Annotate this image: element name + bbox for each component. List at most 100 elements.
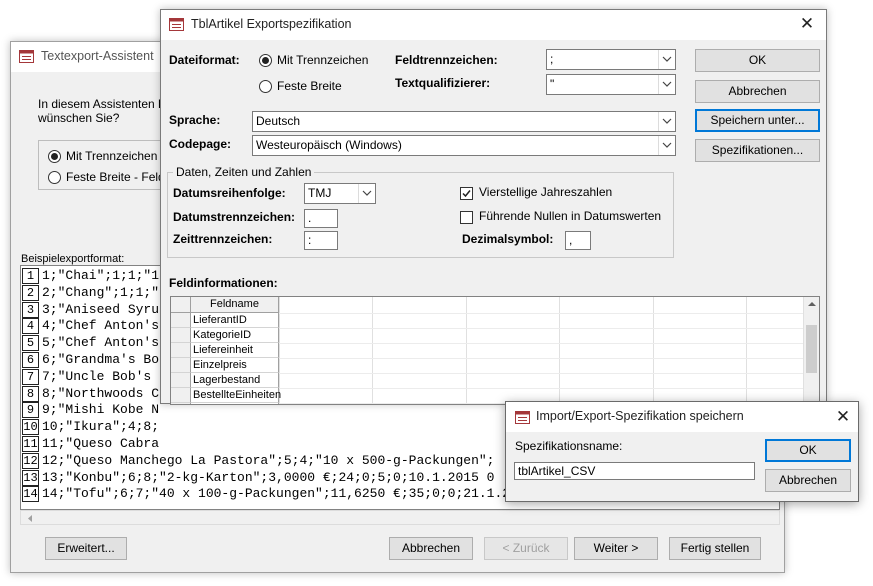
group-title: Daten, Zeiten und Zahlen [173,165,315,179]
preview-row-number: 13 [22,469,39,486]
spec-ok-button[interactable]: OK [695,49,820,72]
field-row-selector[interactable] [171,313,191,328]
field-row[interactable]: LieferantID [191,313,279,328]
radio-delimited[interactable] [259,54,272,67]
time-separator-input[interactable]: : [304,231,338,250]
four-digit-years-checkbox[interactable] [460,187,473,200]
radio-fixed-width[interactable] [259,80,272,93]
wizard-back-button[interactable]: < Zurück [484,537,568,560]
preview-row-number: 7 [22,368,39,385]
scroll-left-icon[interactable] [23,512,38,525]
spec-titlebar: TblArtikel Exportspezifikation ✕ [161,10,826,40]
preview-row-text: 13;"Konbu";6;8;"2-kg-Karton";3,0000 €;24… [42,469,495,485]
field-grid-vscrollbar[interactable] [803,297,820,404]
field-info-label: Feldinformationen: [169,276,278,290]
grid-row-line [279,313,804,314]
radio-fixed-width-label: Feste Breite [277,79,342,93]
codepage-combo[interactable]: Westeuropäisch (Windows) [252,135,676,156]
form-icon [19,50,34,63]
field-separator-label: Feldtrennzeichen: [395,53,498,67]
grid-row-line [279,358,804,359]
chevron-down-icon[interactable] [658,112,675,131]
preview-row-number: 14 [22,486,39,503]
wizard-radio-delimited[interactable] [48,150,61,163]
field-row-selector[interactable] [171,403,191,404]
field-name-cell: Mindestbestand [193,403,271,404]
wizard-next-button[interactable]: Weiter > [574,537,658,560]
wizard-finish-button[interactable]: Fertig stellen [669,537,761,560]
preview-row-number: 11 [22,436,39,452]
save-cancel-button[interactable]: Abbrechen [765,469,851,492]
field-row-selector[interactable] [171,373,191,388]
wizard-preview-label: Beispielexportformat: [21,253,125,265]
chevron-down-icon[interactable] [658,50,675,69]
field-name-cell: Liefereinheit [193,344,253,356]
field-grid-header-label: Feldname [210,298,259,310]
field-name-cell: KategorieID [193,329,252,341]
grid-row-line [279,328,804,329]
scroll-up-icon[interactable] [804,297,820,311]
codepage-value: Westeuropäisch (Windows) [256,138,402,152]
preview-row-text: 12;"Queso Manchego La Pastora";5;4;"10 x… [42,452,495,468]
form-icon [515,411,530,424]
scroll-thumb[interactable] [806,325,817,373]
date-order-combo[interactable]: TMJ [304,183,376,204]
chevron-down-icon[interactable] [358,184,375,203]
field-row[interactable]: Lagerbestand [191,373,279,388]
preview-row-number: 4 [22,318,39,335]
field-row-selector[interactable] [171,328,191,343]
field-row[interactable]: BestellteEinheiten [191,388,282,403]
text-qualifier-value: " [550,77,555,91]
leading-zeros-checkbox[interactable] [460,211,473,224]
chevron-down-icon[interactable] [658,75,675,94]
field-row[interactable]: Einzelpreis [191,358,279,373]
preview-row-text: 1;"Chai";1;1;"1 [42,268,160,283]
leading-zeros-label: Führende Nullen in Datumswerten [479,209,662,223]
save-as-button[interactable]: Speichern unter... [695,109,820,132]
save-ok-button[interactable]: OK [765,439,851,462]
close-icon[interactable]: ✕ [831,407,855,427]
field-row-selector[interactable] [171,358,191,373]
date-order-label: Datumsreihenfolge: [173,186,286,200]
wizard-radio-delimited-label: Mit Trennzeichen - [66,149,165,163]
preview-row-text: 4;"Chef Anton's [42,318,160,334]
specifications-button[interactable]: Spezifikationen... [695,139,820,162]
field-grid-header[interactable]: Feldname [191,297,279,313]
language-value: Deutsch [256,114,301,128]
field-row[interactable]: KategorieID [191,328,279,343]
spec-name-input[interactable]: tblArtikel_CSV [514,462,755,480]
field-row-selector[interactable] [171,343,191,358]
wizard-preview-hscrollbar[interactable] [20,510,780,525]
decimal-symbol-label: Dezimalsymbol: [462,232,554,246]
field-name-cell: LieferantID [193,314,247,326]
date-order-value: TMJ [308,186,332,200]
wizard-advanced-button[interactable]: Erweitert... [45,537,127,560]
save-dialog-title: Import/Export-Spezifikation speichern [536,409,744,423]
chevron-down-icon[interactable] [658,136,675,155]
date-separator-input[interactable]: . [304,209,338,228]
wizard-intro-line2: wünschen Sie? [38,111,120,125]
preview-row-number: 12 [22,452,39,469]
wizard-title: Textexport-Assistent [41,49,154,63]
spec-name-label: Spezifikationsname: [515,439,623,453]
field-name-cell: BestellteEinheiten [193,389,282,401]
time-separator-label: Zeittrennzeichen: [173,232,273,246]
text-qualifier-combo[interactable]: " [546,74,676,95]
preview-row-number: 5 [22,335,39,352]
preview-row-number: 8 [22,385,39,402]
preview-row-text: 8;"Northwoods C [42,385,160,401]
field-row-selector[interactable] [171,388,191,403]
preview-row-text: 3;"Aniseed Syru [42,301,160,317]
field-separator-combo[interactable]: ; [546,49,676,70]
decimal-symbol-input[interactable]: , [565,231,591,250]
language-combo[interactable]: Deutsch [252,111,676,132]
preview-row-text: 5;"Chef Anton's [42,335,160,351]
field-row[interactable]: Mindestbestand [191,403,279,404]
close-icon[interactable]: ✕ [795,14,819,34]
spec-cancel-button[interactable]: Abbrechen [695,80,820,103]
field-row[interactable]: Liefereinheit [191,343,279,358]
preview-row-number: 1 [22,268,39,284]
wizard-radio-fixed[interactable] [48,171,61,184]
wizard-cancel-button[interactable]: Abbrechen [389,537,473,560]
text-qualifier-label: Textqualifizierer: [395,76,491,90]
